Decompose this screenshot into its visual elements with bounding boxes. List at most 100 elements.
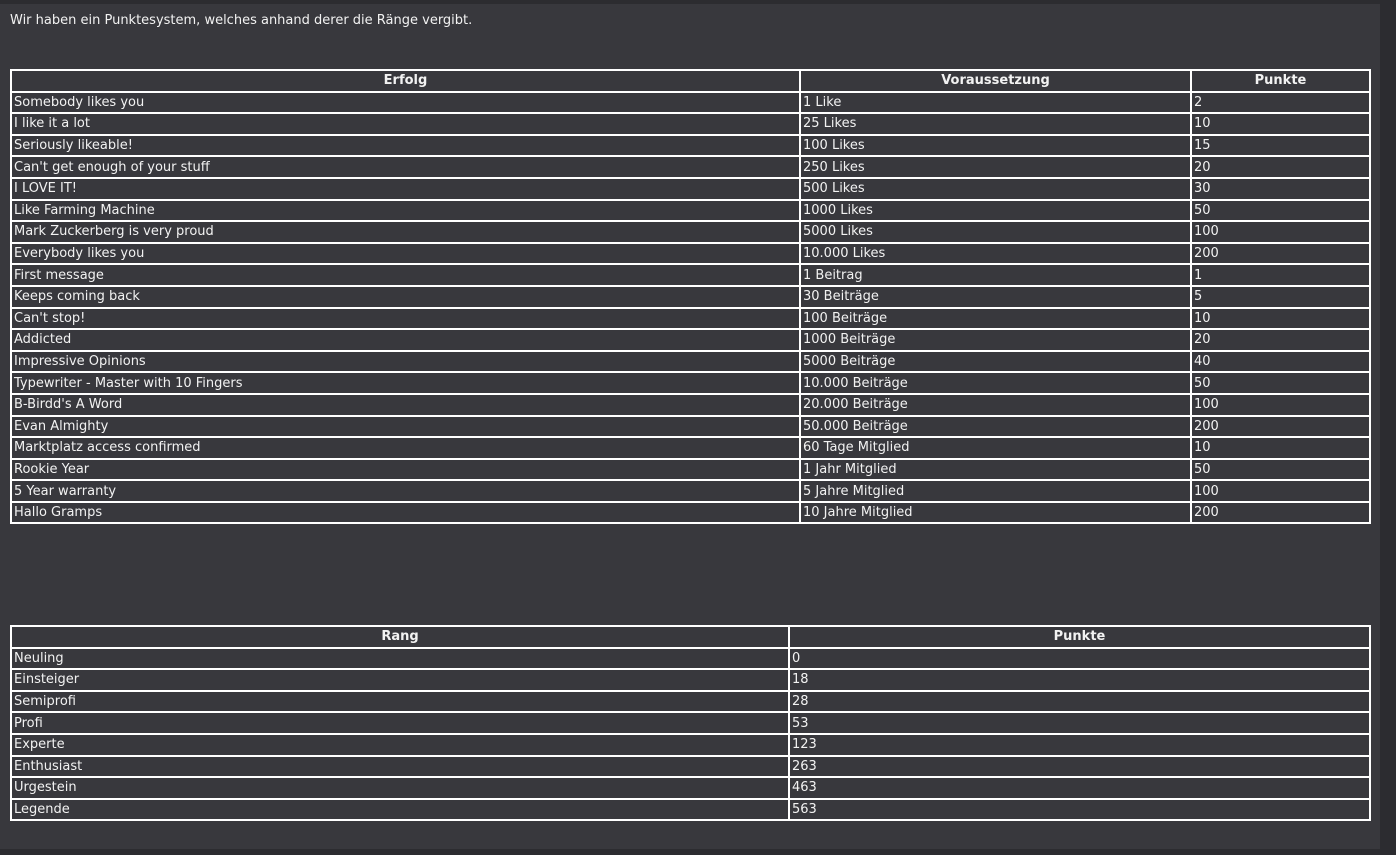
rank-points-cell: 563 bbox=[788, 797, 1371, 822]
table-row: Can't get enough of your stuff 250 Likes 2… bbox=[10, 155, 1371, 179]
rank-name-cell: Neuling bbox=[10, 646, 790, 671]
points-cell: 15 bbox=[1190, 133, 1371, 158]
points-cell: 20 bbox=[1190, 328, 1371, 352]
table-row: Evan Almighty 50.000 Beiträge 200 bbox=[10, 414, 1371, 439]
requirement-cell: 1 Jahr Mitglied bbox=[799, 457, 1192, 482]
points-cell: 100 bbox=[1190, 479, 1371, 503]
achievements-body: Somebody likes you 1 Like 2 I like it a lot… bbox=[10, 90, 1371, 525]
achievement-name-cell: Can't get enough of your stuff bbox=[10, 155, 801, 179]
requirement-cell: 60 Tage Mitglied bbox=[799, 436, 1192, 460]
table-row: Marktplatz access confirmed 60 Tage Mitgl… bbox=[10, 436, 1371, 460]
table-row: Rookie Year 1 Jahr Mitglied 50 bbox=[10, 457, 1371, 482]
achievements-table: Erfolg Voraussetzung Punkte Somebody lik… bbox=[10, 69, 1371, 525]
rank-points-cell: 18 bbox=[788, 668, 1371, 692]
requirement-cell: 1 Like bbox=[799, 90, 1192, 115]
achievement-name-cell: First message bbox=[10, 263, 801, 287]
achievement-name-cell: Evan Almighty bbox=[10, 414, 801, 439]
achievement-name-cell: Somebody likes you bbox=[10, 90, 801, 115]
points-cell: 200 bbox=[1190, 500, 1371, 525]
achievement-name-cell: Impressive Opinions bbox=[10, 349, 801, 374]
table-row: Legende 563 bbox=[10, 797, 1371, 822]
intro-text: Wir haben ein Punktesystem, welches anha… bbox=[10, 13, 473, 28]
table-row: I LOVE IT! 500 Likes 30 bbox=[10, 176, 1371, 201]
ranks-body: Neuling 0 Einsteiger 18 Semiprofi 28 Profi 53 Ex… bbox=[10, 646, 1371, 822]
points-cell: 5 bbox=[1190, 284, 1371, 309]
table-row: Somebody likes you 1 Like 2 bbox=[10, 90, 1371, 115]
requirement-cell: 1000 Likes bbox=[799, 198, 1192, 223]
points-cell: 200 bbox=[1190, 241, 1371, 266]
points-cell: 40 bbox=[1190, 349, 1371, 374]
header-rank-punkte: Punkte bbox=[788, 625, 1371, 649]
rank-name-cell: Experte bbox=[10, 732, 790, 757]
table-row: Experte 123 bbox=[10, 732, 1371, 757]
points-cell: 20 bbox=[1190, 155, 1371, 179]
table-row: Mark Zuckerberg is very proud 5000 Likes 1… bbox=[10, 220, 1371, 244]
achievement-name-cell: Typewriter - Master with 10 Fingers bbox=[10, 371, 801, 395]
points-cell: 10 bbox=[1190, 436, 1371, 460]
header-voraussetzung: Voraussetzung bbox=[799, 69, 1192, 93]
rank-points-cell: 123 bbox=[788, 732, 1371, 757]
rank-name-cell: Einsteiger bbox=[10, 668, 790, 692]
achievement-name-cell: Addicted bbox=[10, 328, 801, 352]
rank-name-cell: Profi bbox=[10, 711, 790, 735]
achievement-name-cell: Everybody likes you bbox=[10, 241, 801, 266]
points-cell: 50 bbox=[1190, 457, 1371, 482]
table-row: Neuling 0 bbox=[10, 646, 1371, 671]
achievement-name-cell: Seriously likeable! bbox=[10, 133, 801, 158]
rank-points-cell: 53 bbox=[788, 711, 1371, 735]
points-cell: 2 bbox=[1190, 90, 1371, 115]
points-cell: 100 bbox=[1190, 392, 1371, 417]
points-cell: 1 bbox=[1190, 263, 1371, 287]
table-row: Keeps coming back 30 Beiträge 5 bbox=[10, 284, 1371, 309]
header-rang: Rang bbox=[10, 625, 790, 649]
rank-name-cell: Urgestein bbox=[10, 776, 790, 800]
table-row: I like it a lot 25 Likes 10 bbox=[10, 112, 1371, 136]
header-erfolg: Erfolg bbox=[10, 69, 801, 93]
requirement-cell: 20.000 Beiträge bbox=[799, 392, 1192, 417]
table-row: Typewriter - Master with 10 Fingers 10.00… bbox=[10, 371, 1371, 395]
requirement-cell: 10 Jahre Mitglied bbox=[799, 500, 1192, 525]
table-row: Semiprofi 28 bbox=[10, 689, 1371, 714]
achievement-name-cell: B-Birdd's A Word bbox=[10, 392, 801, 417]
achievement-name-cell: 5 Year warranty bbox=[10, 479, 801, 503]
requirement-cell: 100 Beiträge bbox=[799, 306, 1192, 331]
achievement-name-cell: Marktplatz access confirmed bbox=[10, 436, 801, 460]
requirement-cell: 5 Jahre Mitglied bbox=[799, 479, 1192, 503]
rank-points-cell: 28 bbox=[788, 689, 1371, 714]
requirement-cell: 100 Likes bbox=[799, 133, 1192, 158]
requirement-cell: 10.000 Beiträge bbox=[799, 371, 1192, 395]
rank-points-cell: 0 bbox=[788, 646, 1371, 671]
requirement-cell: 25 Likes bbox=[799, 112, 1192, 136]
content-panel: Wir haben ein Punktesystem, welches anha… bbox=[0, 4, 1380, 849]
table-row: Impressive Opinions 5000 Beiträge 40 bbox=[10, 349, 1371, 374]
points-cell: 10 bbox=[1190, 112, 1371, 136]
ranks-header-row: Rang Punkte bbox=[10, 625, 1371, 649]
table-row: Can't stop! 100 Beiträge 10 bbox=[10, 306, 1371, 331]
achievement-name-cell: Can't stop! bbox=[10, 306, 801, 331]
table-row: Urgestein 463 bbox=[10, 776, 1371, 800]
requirement-cell: 5000 Beiträge bbox=[799, 349, 1192, 374]
requirement-cell: 1 Beitrag bbox=[799, 263, 1192, 287]
ranks-table: Rang Punkte Neuling 0 Einsteiger 18 Semiprof… bbox=[10, 625, 1371, 822]
table-row: Everybody likes you 10.000 Likes 200 bbox=[10, 241, 1371, 266]
points-cell: 200 bbox=[1190, 414, 1371, 439]
points-cell: 30 bbox=[1190, 176, 1371, 201]
achievement-name-cell: Hallo Gramps bbox=[10, 500, 801, 525]
table-row: Addicted 1000 Beiträge 20 bbox=[10, 328, 1371, 352]
requirement-cell: 500 Likes bbox=[799, 176, 1192, 201]
rank-points-cell: 263 bbox=[788, 754, 1371, 779]
achievement-name-cell: Rookie Year bbox=[10, 457, 801, 482]
table-row: B-Birdd's A Word 20.000 Beiträge 100 bbox=[10, 392, 1371, 417]
requirement-cell: 1000 Beiträge bbox=[799, 328, 1192, 352]
points-cell: 100 bbox=[1190, 220, 1371, 244]
points-cell: 50 bbox=[1190, 198, 1371, 223]
table-row: Hallo Gramps 10 Jahre Mitglied 200 bbox=[10, 500, 1371, 525]
table-row: Seriously likeable! 100 Likes 15 bbox=[10, 133, 1371, 158]
table-row: Einsteiger 18 bbox=[10, 668, 1371, 692]
requirement-cell: 50.000 Beiträge bbox=[799, 414, 1192, 439]
achievements-header-row: Erfolg Voraussetzung Punkte bbox=[10, 69, 1371, 93]
requirement-cell: 250 Likes bbox=[799, 155, 1192, 179]
achievement-name-cell: I like it a lot bbox=[10, 112, 801, 136]
table-row: First message 1 Beitrag 1 bbox=[10, 263, 1371, 287]
table-row: Profi 53 bbox=[10, 711, 1371, 735]
